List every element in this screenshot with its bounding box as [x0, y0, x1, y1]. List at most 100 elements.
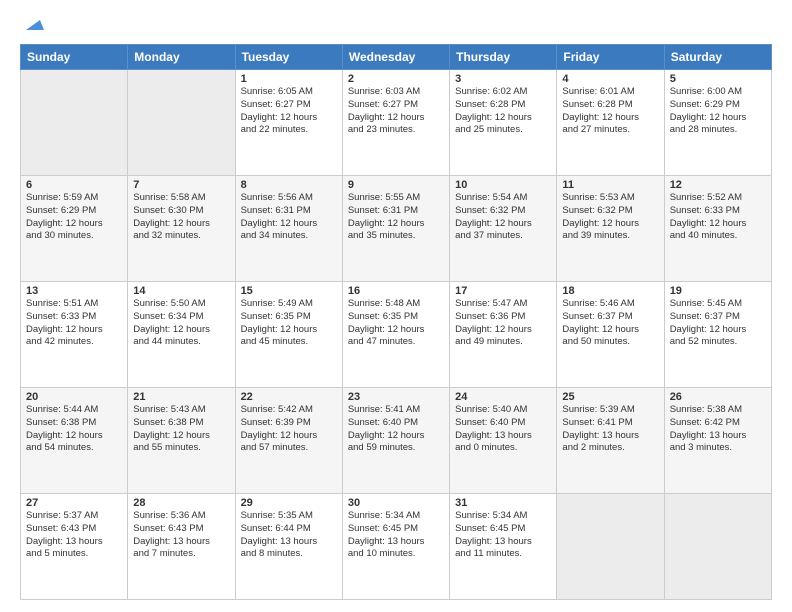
cell-content: Sunrise: 6:03 AM Sunset: 6:27 PM Dayligh… — [348, 86, 444, 137]
calendar-cell: 20Sunrise: 5:44 AM Sunset: 6:38 PM Dayli… — [21, 388, 128, 494]
day-number: 18 — [562, 285, 658, 297]
day-number: 2 — [348, 73, 444, 85]
col-thursday: Thursday — [450, 45, 557, 70]
day-number: 30 — [348, 497, 444, 509]
day-number: 23 — [348, 391, 444, 403]
day-number: 17 — [455, 285, 551, 297]
header — [20, 16, 772, 34]
calendar-cell: 2Sunrise: 6:03 AM Sunset: 6:27 PM Daylig… — [342, 70, 449, 176]
col-sunday: Sunday — [21, 45, 128, 70]
calendar-cell: 23Sunrise: 5:41 AM Sunset: 6:40 PM Dayli… — [342, 388, 449, 494]
calendar-cell: 24Sunrise: 5:40 AM Sunset: 6:40 PM Dayli… — [450, 388, 557, 494]
calendar-cell — [21, 70, 128, 176]
cell-content: Sunrise: 6:05 AM Sunset: 6:27 PM Dayligh… — [241, 86, 337, 137]
col-wednesday: Wednesday — [342, 45, 449, 70]
calendar-cell: 14Sunrise: 5:50 AM Sunset: 6:34 PM Dayli… — [128, 282, 235, 388]
col-monday: Monday — [128, 45, 235, 70]
page: Sunday Monday Tuesday Wednesday Thursday… — [0, 0, 792, 612]
day-number: 1 — [241, 73, 337, 85]
col-tuesday: Tuesday — [235, 45, 342, 70]
header-row: Sunday Monday Tuesday Wednesday Thursday… — [21, 45, 772, 70]
cell-content: Sunrise: 5:41 AM Sunset: 6:40 PM Dayligh… — [348, 404, 444, 455]
cell-content: Sunrise: 5:54 AM Sunset: 6:32 PM Dayligh… — [455, 192, 551, 243]
col-saturday: Saturday — [664, 45, 771, 70]
week-row-4: 20Sunrise: 5:44 AM Sunset: 6:38 PM Dayli… — [21, 388, 772, 494]
cell-content: Sunrise: 5:35 AM Sunset: 6:44 PM Dayligh… — [241, 510, 337, 561]
calendar-cell: 16Sunrise: 5:48 AM Sunset: 6:35 PM Dayli… — [342, 282, 449, 388]
cell-content: Sunrise: 5:55 AM Sunset: 6:31 PM Dayligh… — [348, 192, 444, 243]
week-row-1: 1Sunrise: 6:05 AM Sunset: 6:27 PM Daylig… — [21, 70, 772, 176]
cell-content: Sunrise: 5:52 AM Sunset: 6:33 PM Dayligh… — [670, 192, 766, 243]
cell-content: Sunrise: 5:53 AM Sunset: 6:32 PM Dayligh… — [562, 192, 658, 243]
calendar-cell: 26Sunrise: 5:38 AM Sunset: 6:42 PM Dayli… — [664, 388, 771, 494]
calendar-cell: 31Sunrise: 5:34 AM Sunset: 6:45 PM Dayli… — [450, 494, 557, 600]
calendar-cell: 12Sunrise: 5:52 AM Sunset: 6:33 PM Dayli… — [664, 176, 771, 282]
cell-content: Sunrise: 5:36 AM Sunset: 6:43 PM Dayligh… — [133, 510, 229, 561]
calendar-cell: 28Sunrise: 5:36 AM Sunset: 6:43 PM Dayli… — [128, 494, 235, 600]
calendar-cell: 13Sunrise: 5:51 AM Sunset: 6:33 PM Dayli… — [21, 282, 128, 388]
cell-content: Sunrise: 5:39 AM Sunset: 6:41 PM Dayligh… — [562, 404, 658, 455]
cell-content: Sunrise: 5:44 AM Sunset: 6:38 PM Dayligh… — [26, 404, 122, 455]
day-number: 25 — [562, 391, 658, 403]
calendar-cell: 17Sunrise: 5:47 AM Sunset: 6:36 PM Dayli… — [450, 282, 557, 388]
calendar-cell: 1Sunrise: 6:05 AM Sunset: 6:27 PM Daylig… — [235, 70, 342, 176]
calendar-cell — [664, 494, 771, 600]
week-row-2: 6Sunrise: 5:59 AM Sunset: 6:29 PM Daylig… — [21, 176, 772, 282]
cell-content: Sunrise: 5:56 AM Sunset: 6:31 PM Dayligh… — [241, 192, 337, 243]
calendar-cell: 3Sunrise: 6:02 AM Sunset: 6:28 PM Daylig… — [450, 70, 557, 176]
day-number: 5 — [670, 73, 766, 85]
day-number: 14 — [133, 285, 229, 297]
cell-content: Sunrise: 5:46 AM Sunset: 6:37 PM Dayligh… — [562, 298, 658, 349]
cell-content: Sunrise: 5:40 AM Sunset: 6:40 PM Dayligh… — [455, 404, 551, 455]
cell-content: Sunrise: 5:48 AM Sunset: 6:35 PM Dayligh… — [348, 298, 444, 349]
calendar-cell: 8Sunrise: 5:56 AM Sunset: 6:31 PM Daylig… — [235, 176, 342, 282]
day-number: 19 — [670, 285, 766, 297]
cell-content: Sunrise: 5:58 AM Sunset: 6:30 PM Dayligh… — [133, 192, 229, 243]
day-number: 6 — [26, 179, 122, 191]
day-number: 27 — [26, 497, 122, 509]
cell-content: Sunrise: 5:50 AM Sunset: 6:34 PM Dayligh… — [133, 298, 229, 349]
day-number: 20 — [26, 391, 122, 403]
week-row-5: 27Sunrise: 5:37 AM Sunset: 6:43 PM Dayli… — [21, 494, 772, 600]
calendar-cell: 5Sunrise: 6:00 AM Sunset: 6:29 PM Daylig… — [664, 70, 771, 176]
cell-content: Sunrise: 5:42 AM Sunset: 6:39 PM Dayligh… — [241, 404, 337, 455]
day-number: 26 — [670, 391, 766, 403]
col-friday: Friday — [557, 45, 664, 70]
calendar-cell: 15Sunrise: 5:49 AM Sunset: 6:35 PM Dayli… — [235, 282, 342, 388]
cell-content: Sunrise: 5:49 AM Sunset: 6:35 PM Dayligh… — [241, 298, 337, 349]
calendar-table: Sunday Monday Tuesday Wednesday Thursday… — [20, 44, 772, 600]
day-number: 9 — [348, 179, 444, 191]
calendar-cell: 19Sunrise: 5:45 AM Sunset: 6:37 PM Dayli… — [664, 282, 771, 388]
cell-content: Sunrise: 6:02 AM Sunset: 6:28 PM Dayligh… — [455, 86, 551, 137]
calendar-cell: 18Sunrise: 5:46 AM Sunset: 6:37 PM Dayli… — [557, 282, 664, 388]
calendar-cell: 9Sunrise: 5:55 AM Sunset: 6:31 PM Daylig… — [342, 176, 449, 282]
day-number: 24 — [455, 391, 551, 403]
calendar-cell: 30Sunrise: 5:34 AM Sunset: 6:45 PM Dayli… — [342, 494, 449, 600]
calendar-cell: 4Sunrise: 6:01 AM Sunset: 6:28 PM Daylig… — [557, 70, 664, 176]
day-number: 11 — [562, 179, 658, 191]
cell-content: Sunrise: 5:34 AM Sunset: 6:45 PM Dayligh… — [348, 510, 444, 561]
day-number: 8 — [241, 179, 337, 191]
cell-content: Sunrise: 5:37 AM Sunset: 6:43 PM Dayligh… — [26, 510, 122, 561]
day-number: 29 — [241, 497, 337, 509]
calendar-cell: 10Sunrise: 5:54 AM Sunset: 6:32 PM Dayli… — [450, 176, 557, 282]
day-number: 7 — [133, 179, 229, 191]
day-number: 3 — [455, 73, 551, 85]
day-number: 28 — [133, 497, 229, 509]
week-row-3: 13Sunrise: 5:51 AM Sunset: 6:33 PM Dayli… — [21, 282, 772, 388]
day-number: 16 — [348, 285, 444, 297]
cell-content: Sunrise: 6:00 AM Sunset: 6:29 PM Dayligh… — [670, 86, 766, 137]
day-number: 10 — [455, 179, 551, 191]
cell-content: Sunrise: 5:45 AM Sunset: 6:37 PM Dayligh… — [670, 298, 766, 349]
day-number: 13 — [26, 285, 122, 297]
calendar-cell — [557, 494, 664, 600]
calendar-cell: 29Sunrise: 5:35 AM Sunset: 6:44 PM Dayli… — [235, 494, 342, 600]
cell-content: Sunrise: 5:59 AM Sunset: 6:29 PM Dayligh… — [26, 192, 122, 243]
cell-content: Sunrise: 5:51 AM Sunset: 6:33 PM Dayligh… — [26, 298, 122, 349]
day-number: 22 — [241, 391, 337, 403]
calendar-cell: 11Sunrise: 5:53 AM Sunset: 6:32 PM Dayli… — [557, 176, 664, 282]
calendar-cell: 6Sunrise: 5:59 AM Sunset: 6:29 PM Daylig… — [21, 176, 128, 282]
cell-content: Sunrise: 5:43 AM Sunset: 6:38 PM Dayligh… — [133, 404, 229, 455]
day-number: 12 — [670, 179, 766, 191]
cell-content: Sunrise: 5:47 AM Sunset: 6:36 PM Dayligh… — [455, 298, 551, 349]
